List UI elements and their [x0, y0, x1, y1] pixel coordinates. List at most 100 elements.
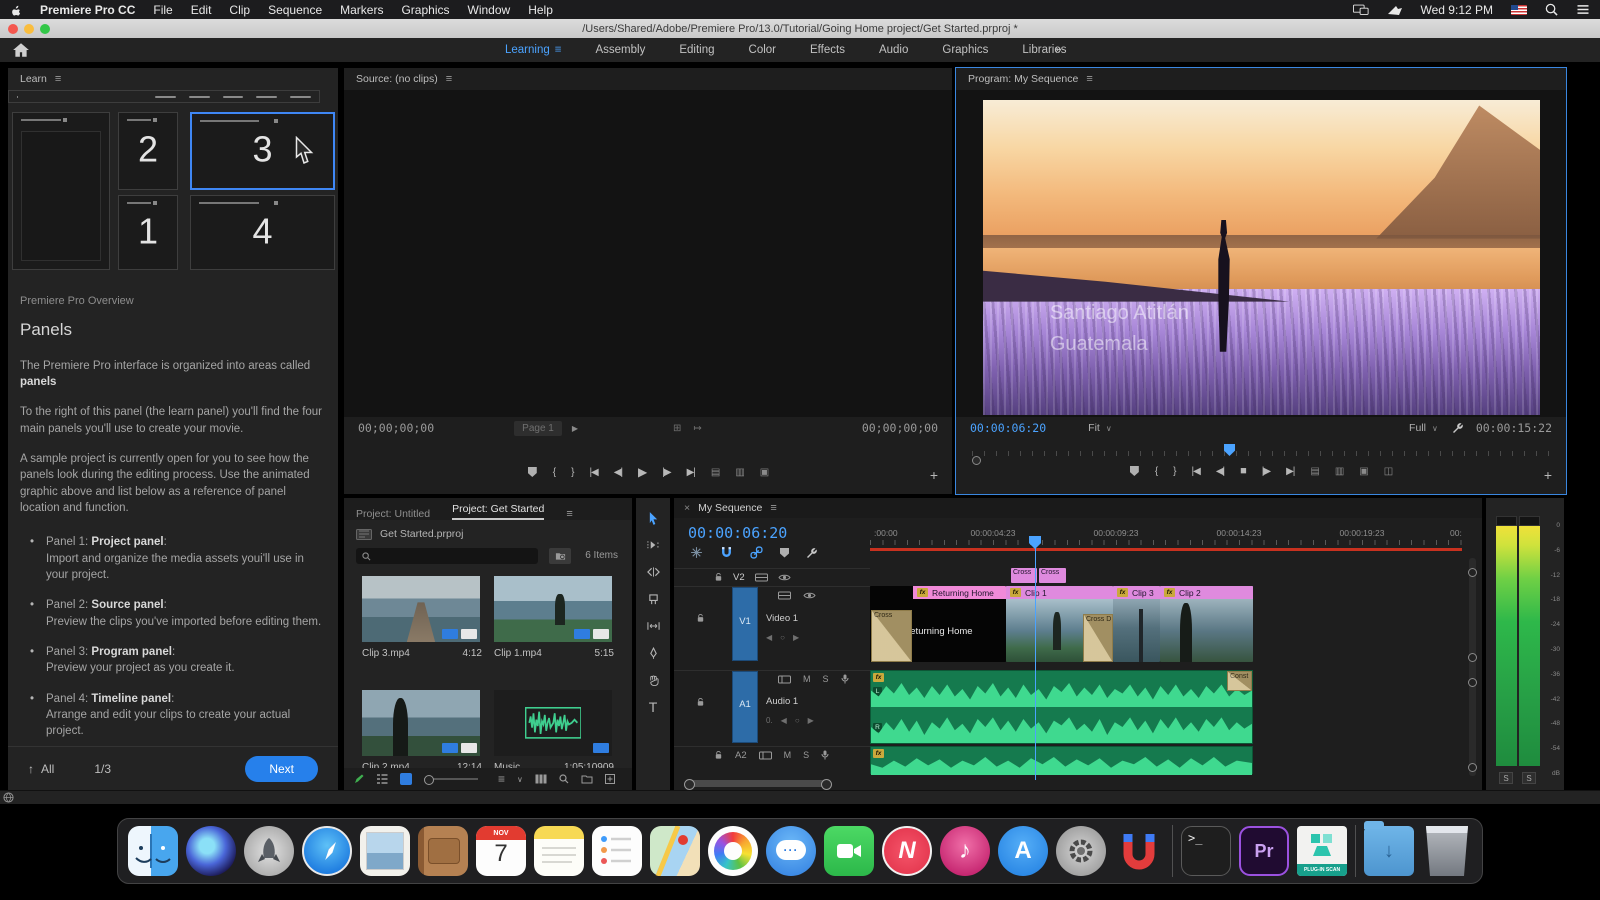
snap-magnet-icon[interactable] [720, 546, 733, 559]
add-keyframe-icon[interactable]: ○ [780, 633, 785, 642]
sort-chevron-icon[interactable]: ∨ [517, 775, 523, 784]
prev-keyframe-icon[interactable]: ◀ [766, 633, 772, 642]
settings-wrench-icon[interactable] [1452, 422, 1464, 434]
overwrite-icon[interactable]: ▥ [735, 467, 745, 478]
mark-in-icon[interactable]: { [1155, 466, 1159, 477]
window-title-bar[interactable]: /Users/Shared/Adobe/Premiere Pro/13.0/Tu… [0, 19, 1600, 38]
source-patch-icon[interactable] [778, 675, 791, 684]
step-back-icon[interactable]: ◀| [614, 467, 623, 478]
export-frame-icon[interactable]: ▣ [760, 467, 770, 478]
app-menu-title[interactable]: Premiere Pro CC [40, 3, 135, 17]
search-bin-button[interactable] [549, 548, 571, 564]
track-resize-handle[interactable] [1468, 763, 1477, 772]
lift-icon[interactable]: ▤ [1310, 466, 1320, 477]
toggle-track-output-eye-icon[interactable] [778, 573, 791, 582]
track-v1-target[interactable]: V1 [732, 587, 758, 661]
go-to-in-icon[interactable]: |◀ [589, 467, 598, 478]
dock-terminal-icon[interactable]: >_ [1181, 826, 1231, 876]
solo-track-button[interactable]: S [823, 674, 829, 684]
prev-keyframe-icon[interactable]: ◀ [781, 716, 787, 725]
dock-contacts-icon[interactable] [418, 826, 468, 876]
track-v2-label[interactable]: V2 [733, 572, 745, 583]
go-to-out-icon[interactable]: ▶| [1286, 466, 1295, 477]
sequence-tab-label[interactable]: My Sequence [698, 502, 762, 514]
step-forward-icon[interactable]: |▶ [1262, 466, 1271, 477]
dock-news-icon[interactable]: N [882, 826, 932, 876]
razor-tool[interactable] [644, 591, 662, 607]
dock-itunes-icon[interactable]: ♪ [940, 826, 990, 876]
track-volume-value[interactable]: 0. [766, 716, 773, 725]
dock-plugin-scan-icon[interactable]: PLUG-IN SCAN [1297, 826, 1347, 876]
timeline-audio-clip-a1[interactable]: fx L R Const [870, 670, 1253, 744]
program-zoom-select[interactable]: Fit ∨ [1088, 422, 1112, 434]
dock-photos-icon[interactable] [708, 826, 758, 876]
find-button[interactable] [559, 774, 569, 784]
tab-graphics[interactable]: Graphics [942, 44, 988, 56]
input-language-flag-icon[interactable] [1511, 4, 1527, 15]
spotlight-search-icon[interactable] [1545, 3, 1558, 16]
timeline-clip-v2-cross-2[interactable]: Cross [1039, 568, 1066, 583]
project-breadcrumb[interactable]: Get Started.prproj [356, 528, 463, 540]
transition-cross-dissolve-1[interactable]: Cross [871, 610, 912, 662]
source-scrubber[interactable] [354, 442, 942, 460]
timeline-current-timecode[interactable]: 00:00:06:20 [688, 524, 787, 542]
project-panel-menu-icon[interactable]: ≡ [566, 508, 572, 520]
comparison-view-icon[interactable]: ◫ [1384, 466, 1394, 477]
lock-track-icon[interactable] [696, 613, 705, 623]
voiceover-mic-icon[interactable] [821, 750, 829, 760]
extract-icon[interactable]: ▥ [1335, 466, 1345, 477]
dock-app-store-icon[interactable]: A [998, 826, 1048, 876]
solo-left-button[interactable]: S [1499, 772, 1513, 784]
program-video-frame[interactable]: Santiago Atitlán Guatemala [983, 100, 1540, 415]
program-button-editor-plus[interactable]: + [1544, 467, 1552, 483]
next-keyframe-icon[interactable]: ▶ [793, 633, 799, 642]
tab-project-untitled[interactable]: Project: Untitled [356, 508, 430, 520]
menu-sequence[interactable]: Sequence [268, 3, 322, 17]
go-to-in-icon[interactable]: |◀ [1192, 466, 1201, 477]
lock-track-icon[interactable] [714, 572, 723, 582]
source-loop-icon[interactable]: ↦ [693, 423, 701, 434]
menu-bar-clock[interactable]: Wed 9:12 PM [1421, 3, 1493, 17]
slip-tool[interactable] [644, 618, 662, 634]
dock-trash-icon[interactable] [1426, 826, 1468, 876]
learn-panel-menu-icon[interactable]: ≡ [55, 73, 61, 85]
all-lessons-button[interactable]: ↑ All [28, 762, 54, 776]
track-audio1-name[interactable]: Audio 1 [766, 696, 798, 707]
add-marker-icon[interactable] [780, 547, 789, 558]
dock-safari-icon[interactable] [302, 826, 352, 876]
dock-launchpad-icon[interactable] [244, 826, 294, 876]
next-keyframe-icon[interactable]: ▶ [808, 716, 814, 725]
timeline-playhead-line[interactable] [1035, 538, 1036, 780]
program-resolution-select[interactable]: Full ∨ [1409, 422, 1438, 434]
timeline-clip-3[interactable]: fx Clip 3 [1113, 586, 1160, 662]
thumbnail-zoom-slider[interactable] [424, 775, 478, 785]
mark-out-icon[interactable]: } [571, 467, 575, 478]
close-sequence-icon[interactable]: × [684, 502, 690, 514]
timeline-audio-clip-a2[interactable]: fx [870, 746, 1253, 775]
timeline-clip-v2-cross-1[interactable]: Cross [1011, 568, 1037, 583]
toggle-track-output-eye-icon[interactable] [803, 591, 816, 600]
tab-audio[interactable]: Audio [879, 44, 908, 56]
source-page-expand-icon[interactable]: ▶ [572, 424, 578, 433]
track-resize-handle[interactable] [1468, 568, 1477, 577]
project-item-clip1[interactable]: Clip 1.mp4 5:15 [494, 576, 614, 659]
go-to-out-icon[interactable]: ▶| [687, 467, 696, 478]
voiceover-mic-icon[interactable] [841, 674, 849, 684]
source-button-editor-plus[interactable]: + [930, 467, 938, 483]
source-panel-menu-icon[interactable]: ≡ [446, 73, 452, 85]
display-mirroring-icon[interactable] [1352, 4, 1369, 16]
lock-track-icon[interactable] [714, 750, 723, 760]
source-settings-icon[interactable]: ⊞ [673, 423, 681, 434]
menu-graphics[interactable]: Graphics [401, 3, 449, 17]
program-scrubber[interactable] [966, 442, 1556, 465]
mark-out-icon[interactable]: } [1173, 466, 1177, 477]
clip-name[interactable]: Clip 3.mp4 [362, 648, 410, 659]
timeline-horizontal-scrollbar[interactable] [684, 779, 832, 790]
dock-messages-icon[interactable]: ··· [766, 826, 816, 876]
dock-siri-icon[interactable] [186, 826, 236, 876]
notification-center-icon[interactable] [1576, 4, 1590, 15]
menu-file[interactable]: File [153, 3, 172, 17]
zoom-window-button[interactable] [40, 23, 50, 34]
mute-track-button[interactable]: M [784, 750, 792, 760]
dock-mail-icon[interactable] [360, 826, 410, 876]
